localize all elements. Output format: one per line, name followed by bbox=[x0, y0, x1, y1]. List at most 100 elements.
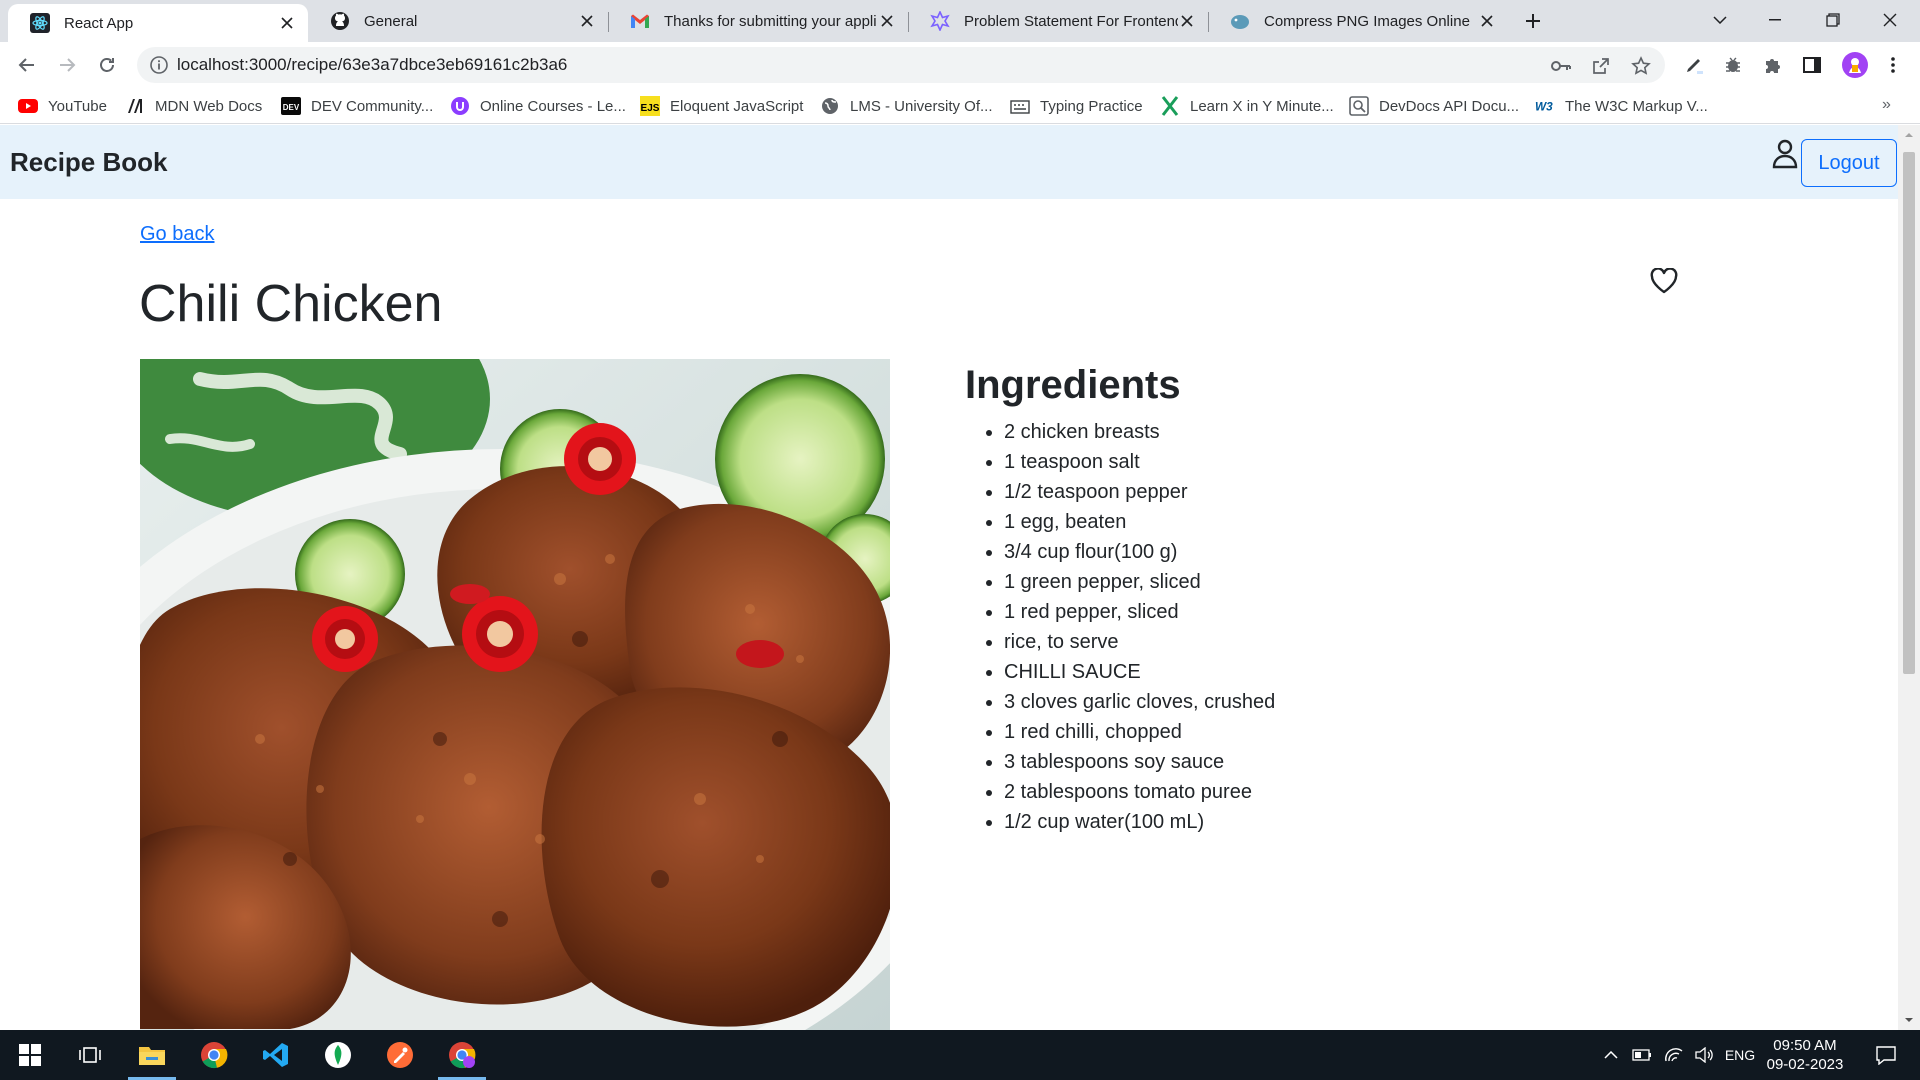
close-tab-icon[interactable] bbox=[1478, 12, 1496, 30]
github-icon bbox=[330, 11, 350, 31]
scroll-up-arrow-icon[interactable] bbox=[1903, 129, 1915, 141]
ingredient-item: CHILLI SAUCE bbox=[1004, 657, 1275, 687]
bookmark-label: MDN Web Docs bbox=[155, 97, 263, 115]
scrollbar-thumb[interactable] bbox=[1903, 152, 1915, 674]
taskbar-clock[interactable]: 09:50 AM 09-02-2023 bbox=[1760, 1036, 1850, 1074]
postman-icon[interactable] bbox=[372, 1030, 428, 1080]
close-tab-icon[interactable] bbox=[578, 12, 596, 30]
bookmark-star-icon[interactable] bbox=[1630, 55, 1652, 77]
volume-icon[interactable] bbox=[1690, 1030, 1718, 1080]
close-tab-icon[interactable] bbox=[1178, 12, 1196, 30]
recipe-image bbox=[140, 359, 890, 1030]
tab-search-icon[interactable] bbox=[1695, 0, 1745, 40]
ingredient-item: 1 red chilli, chopped bbox=[1004, 717, 1275, 747]
brand-title[interactable]: Recipe Book bbox=[10, 125, 168, 199]
go-back-link[interactable]: Go back bbox=[140, 223, 214, 246]
ingredient-item: 1/2 cup water(100 mL) bbox=[1004, 807, 1275, 837]
page-viewport: Recipe Book Logout Go back Chili Chicken bbox=[0, 125, 1898, 1030]
bookmark-lms[interactable]: LMS - University Of... bbox=[820, 88, 993, 124]
ingredient-item: 1 egg, beaten bbox=[1004, 507, 1275, 537]
ingredient-item: 3/4 cup flour(100 g) bbox=[1004, 537, 1275, 567]
bookmark-label: DEV Community... bbox=[311, 97, 434, 115]
key-icon[interactable] bbox=[1550, 55, 1572, 77]
courses-icon bbox=[450, 96, 470, 116]
restore-window-icon[interactable] bbox=[1808, 0, 1858, 40]
bookmark-dev[interactable]: DEV DEV Community... bbox=[281, 88, 433, 124]
file-explorer-icon[interactable] bbox=[124, 1030, 180, 1080]
tab-title: Problem Statement For Frontend bbox=[964, 12, 1178, 30]
site-info-icon[interactable] bbox=[149, 55, 169, 75]
favorite-heart-icon[interactable] bbox=[1650, 267, 1678, 294]
new-tab-button[interactable] bbox=[1520, 8, 1546, 34]
bug-extension-icon[interactable] bbox=[1722, 54, 1744, 76]
language-indicator[interactable]: ENG bbox=[1720, 1030, 1760, 1080]
bookmark-label: LMS - University Of... bbox=[850, 97, 993, 115]
tab-compress-png[interactable]: Compress PNG Images Online bbox=[1208, 0, 1508, 42]
globe-icon bbox=[820, 96, 840, 116]
bookmark-typing[interactable]: Typing Practice bbox=[1010, 88, 1143, 124]
chrome-profile-icon[interactable] bbox=[434, 1030, 490, 1080]
bookmark-w3c[interactable]: W3 The W3C Markup V... bbox=[1535, 88, 1708, 124]
bookmark-label: Typing Practice bbox=[1040, 97, 1143, 115]
ingredient-item: 1/2 teaspoon pepper bbox=[1004, 477, 1275, 507]
windows-taskbar: ENG 09:50 AM 09-02-2023 bbox=[0, 1030, 1920, 1080]
problem-statement-icon bbox=[930, 11, 950, 31]
tab-strip: React App General Thanks for submitting … bbox=[0, 0, 1920, 42]
share-icon[interactable] bbox=[1590, 55, 1612, 77]
extensions-puzzle-icon[interactable] bbox=[1762, 54, 1784, 76]
svg-text:EJS: EJS bbox=[641, 103, 660, 114]
bookmark-label: DevDocs API Docu... bbox=[1379, 97, 1520, 115]
close-tab-icon[interactable] bbox=[278, 14, 296, 32]
task-view-icon[interactable] bbox=[62, 1030, 118, 1080]
back-button[interactable] bbox=[11, 49, 43, 81]
chrome-icon[interactable] bbox=[186, 1030, 242, 1080]
logout-button[interactable]: Logout bbox=[1801, 139, 1897, 187]
bookmarks-bar: YouTube MDN Web Docs DEV DEV Community..… bbox=[0, 88, 1920, 124]
tab-general[interactable]: General bbox=[308, 0, 608, 42]
bookmark-eloquent-js[interactable]: EJS Eloquent JavaScript bbox=[640, 88, 803, 124]
bookmark-mdn[interactable]: MDN Web Docs bbox=[125, 88, 262, 124]
gmail-icon bbox=[630, 11, 650, 31]
clock-date: 09-02-2023 bbox=[1766, 1056, 1844, 1073]
youtube-icon bbox=[18, 96, 38, 116]
profile-avatar[interactable] bbox=[1841, 51, 1869, 79]
notifications-icon[interactable] bbox=[1864, 1030, 1908, 1080]
page-scrollbar[interactable] bbox=[1898, 125, 1920, 1030]
bookmark-learnx[interactable]: Learn X in Y Minute... bbox=[1160, 88, 1334, 124]
mongodb-compass-icon[interactable] bbox=[310, 1030, 366, 1080]
bookmarks-overflow-icon[interactable]: » bbox=[1882, 96, 1902, 116]
forward-button[interactable] bbox=[51, 49, 83, 81]
ingredient-item: 2 tablespoons tomato puree bbox=[1004, 777, 1275, 807]
ingredient-item: 2 chicken breasts bbox=[1004, 417, 1275, 447]
minimize-window-icon[interactable] bbox=[1750, 0, 1800, 40]
svg-text:W3: W3 bbox=[1535, 100, 1553, 114]
close-window-icon[interactable] bbox=[1865, 0, 1915, 40]
ingredients-list: 2 chicken breasts 1 teaspoon salt 1/2 te… bbox=[1004, 417, 1275, 837]
pen-extension-icon[interactable] bbox=[1683, 54, 1705, 76]
scroll-down-arrow-icon[interactable] bbox=[1903, 1014, 1915, 1026]
bookmark-courses[interactable]: Online Courses - Le... bbox=[450, 88, 626, 124]
bookmark-label: YouTube bbox=[48, 97, 107, 115]
wifi-icon[interactable] bbox=[1660, 1030, 1688, 1080]
bookmark-youtube[interactable]: YouTube bbox=[18, 88, 107, 124]
address-bar[interactable]: localhost:3000/recipe/63e3a7dbce3eb69161… bbox=[137, 47, 1665, 83]
close-tab-icon[interactable] bbox=[878, 12, 896, 30]
browser-menu-icon[interactable] bbox=[1882, 54, 1904, 76]
windows-start-icon[interactable] bbox=[2, 1030, 58, 1080]
user-icon[interactable] bbox=[1772, 139, 1798, 169]
vscode-icon[interactable] bbox=[248, 1030, 304, 1080]
side-panel-icon[interactable] bbox=[1801, 54, 1823, 76]
tab-problem-statement[interactable]: Problem Statement For Frontend bbox=[908, 0, 1208, 42]
ejs-icon: EJS bbox=[640, 96, 660, 116]
tab-title: Compress PNG Images Online bbox=[1264, 12, 1470, 30]
tab-react-app[interactable]: React App bbox=[8, 4, 308, 42]
ingredient-item: 1 red pepper, sliced bbox=[1004, 597, 1275, 627]
show-hidden-icons-chevron-icon[interactable] bbox=[1598, 1030, 1624, 1080]
ingredient-item: 3 cloves garlic cloves, crushed bbox=[1004, 687, 1275, 717]
reload-button[interactable] bbox=[91, 49, 123, 81]
bookmark-label: Online Courses - Le... bbox=[480, 97, 626, 115]
tab-gmail[interactable]: Thanks for submitting your appli bbox=[608, 0, 908, 42]
w3c-icon: W3 bbox=[1535, 96, 1555, 116]
bookmark-devdocs[interactable]: DevDocs API Docu... bbox=[1349, 88, 1519, 124]
battery-icon[interactable] bbox=[1628, 1030, 1656, 1080]
